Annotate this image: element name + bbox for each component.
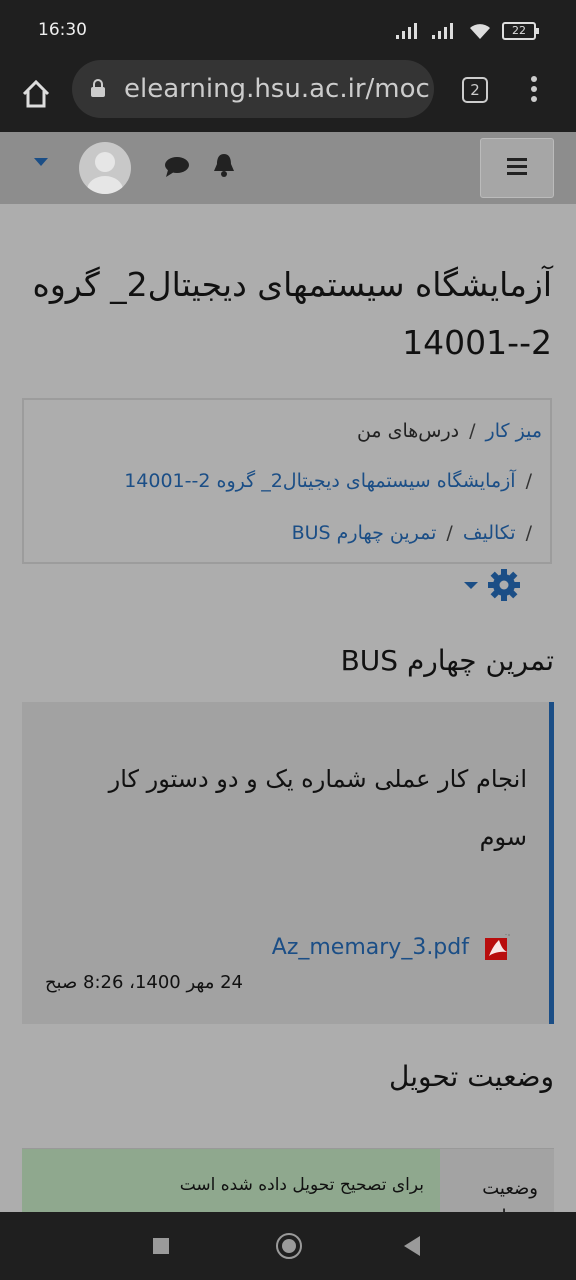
battery-icon: 22 <box>502 22 539 40</box>
signal-icon-2 <box>432 23 453 39</box>
lock-icon <box>91 79 105 97</box>
breadcrumb-separator: / <box>446 522 453 544</box>
status-icons: 22 <box>396 22 539 40</box>
home-icon <box>22 79 50 108</box>
breadcrumb-separator: / <box>525 522 532 544</box>
attachment-link[interactable]: Az_memary_3.pdf <box>272 935 469 960</box>
tab-switcher-button[interactable]: 2 <box>462 77 488 103</box>
address-bar[interactable]: elearning.hsu.ac.ir/moc <box>72 60 434 118</box>
avatar[interactable] <box>79 142 131 194</box>
pdf-file-icon <box>485 934 510 960</box>
submission-status-table: برای تصحیح تحویل داده شده است وضعیت تحوی… <box>22 1148 554 1212</box>
recents-button[interactable] <box>153 1238 169 1254</box>
breadcrumb-my-courses[interactable]: درس‌های من <box>357 420 459 442</box>
status-label-cell: وضعیت تحویل <box>440 1149 554 1212</box>
breadcrumb-separator: / <box>525 470 532 492</box>
user-icon <box>87 152 123 194</box>
breadcrumb-course-link[interactable]: آزمایشگاه سیستمهای دیجیتال2_ گروه 2--140… <box>124 470 515 492</box>
breadcrumb-dashboard-link[interactable]: میز کار <box>486 420 542 442</box>
messages-icon[interactable] <box>164 156 190 178</box>
notifications-bell-icon[interactable] <box>212 152 236 178</box>
attachment-row: Az_memary_3.pdf <box>272 934 511 960</box>
system-navigation-bar <box>0 1212 576 1280</box>
breadcrumb-separator: / <box>469 420 476 442</box>
submission-status-heading: وضعیت تحویل <box>389 1060 554 1093</box>
back-button[interactable] <box>404 1236 420 1256</box>
browser-toolbar: elearning.hsu.ac.ir/moc 2 <box>0 60 576 132</box>
menu-toggle-button[interactable] <box>480 138 554 198</box>
url-text: elearning.hsu.ac.ir/moc <box>124 74 430 104</box>
system-status-bar: 16:30 22 <box>0 0 576 60</box>
status-value-text: برای تصحیح تحویل داده شده است <box>179 1175 424 1195</box>
assignment-title: تمرین چهارم BUS <box>340 644 554 677</box>
main-content: آزمایشگاه سیستمهای دیجیتال2_ گروه 2--140… <box>0 204 576 1212</box>
breadcrumb: میز کار / درس‌های من / آزمایشگاه سیستمهای د… <box>22 398 552 564</box>
assignment-intro-box: انجام کار عملی شماره یک و دو دستور کار س… <box>22 702 554 1024</box>
user-menu-caret-icon[interactable] <box>34 158 48 166</box>
wifi-icon <box>470 24 490 39</box>
status-value-cell: برای تصحیح تحویل داده شده است <box>22 1149 440 1212</box>
status-label-text: وضعیت تحویل <box>482 1178 538 1212</box>
page-title: آزمایشگاه سیستمهای دیجیتال2_ گروه 2--140… <box>32 265 552 362</box>
home-button[interactable] <box>16 74 56 114</box>
gear-icon <box>464 569 520 601</box>
breadcrumb-current-link[interactable]: تمرین چهارم BUS <box>292 522 437 544</box>
settings-menu-button[interactable] <box>462 568 524 606</box>
attachment-date: 24 مهر 1400، 8:26 صبح <box>44 972 243 993</box>
assignment-description: انجام کار عملی شماره یک و دو دستور کار س… <box>108 765 527 851</box>
clock: 16:30 <box>38 20 87 40</box>
browser-menu-button[interactable] <box>526 74 542 104</box>
breadcrumb-assignments-link[interactable]: تکالیف <box>463 522 516 544</box>
home-nav-button[interactable] <box>276 1233 302 1259</box>
signal-icon <box>396 23 417 39</box>
site-navbar <box>0 132 576 204</box>
